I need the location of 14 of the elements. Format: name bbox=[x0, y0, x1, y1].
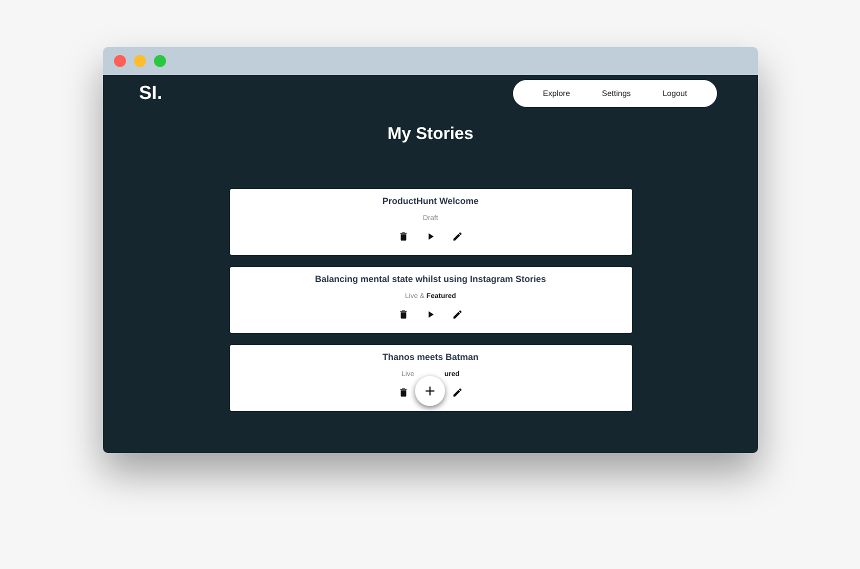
edit-icon[interactable] bbox=[452, 231, 463, 242]
nav-link[interactable]: Explore bbox=[542, 89, 570, 98]
logo[interactable]: SI. bbox=[139, 82, 162, 104]
delete-icon[interactable] bbox=[398, 309, 409, 320]
delete-icon[interactable] bbox=[398, 231, 409, 242]
nav-link[interactable]: Logout bbox=[662, 89, 688, 98]
edit-icon[interactable] bbox=[452, 387, 463, 398]
delete-icon[interactable] bbox=[398, 387, 409, 398]
nav-link[interactable]: Settings bbox=[602, 89, 631, 98]
edit-icon[interactable] bbox=[452, 309, 463, 320]
story-title: Balancing mental state whilst using Instagram Stories bbox=[314, 274, 546, 284]
story-title: ProductHunt Welcome bbox=[382, 196, 479, 206]
story-title: Thanos meets Batman bbox=[382, 352, 479, 362]
page-title: My Stories bbox=[388, 124, 474, 144]
